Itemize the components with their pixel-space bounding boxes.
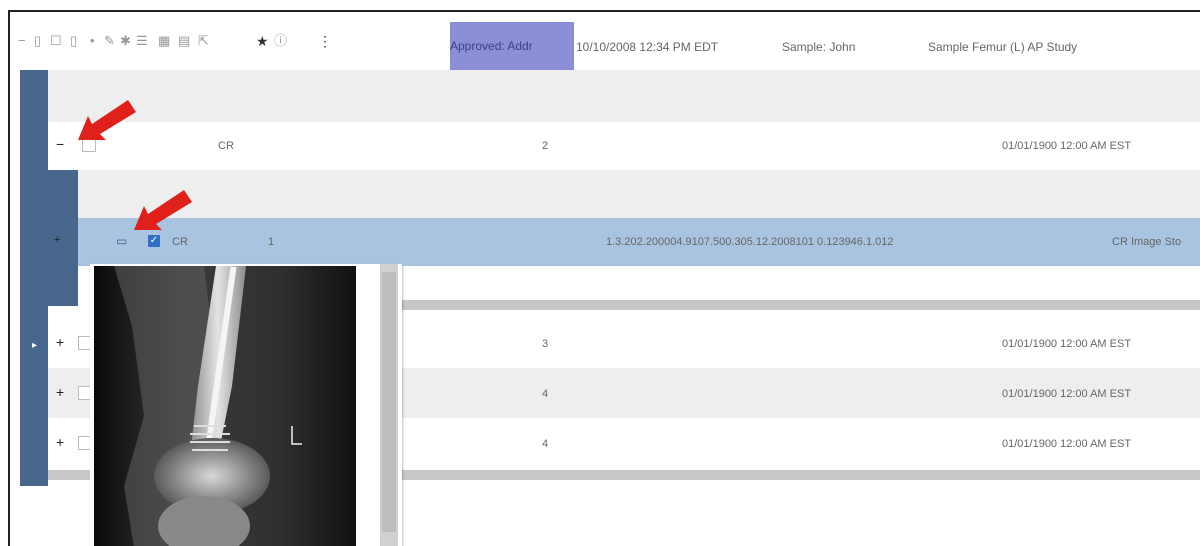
section-separator — [400, 300, 1200, 310]
red-arrow-annotation — [134, 190, 192, 230]
number-cell: 2 — [542, 140, 549, 152]
copy-icon[interactable]: ▯ — [34, 34, 41, 48]
number-cell: 4 — [542, 438, 549, 450]
tree-indent-band-inner — [48, 170, 78, 306]
number-cell: 4 — [542, 388, 549, 400]
pencil-icon[interactable]: ✎ — [104, 34, 115, 48]
preview-scroll-thumb[interactable] — [382, 272, 396, 532]
date-cell: 01/01/1900 12:00 AM EST — [1002, 388, 1132, 400]
checkbox-icon[interactable]: ☐ — [50, 34, 62, 48]
red-arrow-annotation — [78, 100, 136, 140]
export-icon[interactable]: ⇱ — [198, 34, 209, 48]
uid-cell: 1.3.202.200004.9107.500.305.12.2008101 0… — [606, 236, 894, 248]
toolbar: − ▯ ☐ ▯ • ✎ ✱ ☰ ▦ ▤ ⇱ ★ ⓘ ⋮ Approved: Ad… — [10, 12, 1200, 70]
band-marker: ▸ — [32, 340, 38, 351]
patient-name: Sample: John — [782, 40, 856, 54]
image-icon[interactable]: ▭ — [116, 234, 127, 248]
study-description: Sample Femur (L) AP Study — [928, 40, 1078, 54]
table-row-selected[interactable]: + ▭ ✓ CR 1 1.3.202.200004.9107.500.305.1… — [54, 218, 1200, 266]
preview-scrollbar[interactable] — [380, 264, 398, 546]
dot-icon[interactable]: • — [90, 34, 95, 48]
expand-toggle[interactable]: + — [54, 234, 60, 246]
page-icon[interactable]: ▤ — [178, 34, 190, 48]
xray-image — [94, 266, 356, 546]
study-datetime: 10/10/2008 12:34 PM EDT — [576, 40, 719, 54]
number-cell: 1 — [268, 236, 275, 248]
expand-toggle[interactable]: + — [56, 384, 64, 400]
tree-indent-band: ▸ — [20, 70, 48, 486]
grid-icon[interactable]: ▦ — [158, 34, 170, 48]
asterisk-icon[interactable]: ✱ — [120, 34, 131, 48]
list-icon[interactable]: ☰ — [136, 34, 148, 48]
table-row[interactable]: − CR 2 01/01/1900 12:00 AM EST — [48, 122, 1200, 170]
group-spacer-row — [48, 70, 1200, 122]
document-icon[interactable]: ▯ — [70, 34, 77, 48]
star-icon[interactable]: ★ — [256, 34, 269, 48]
date-cell: 01/01/1900 12:00 AM EST — [1002, 438, 1132, 450]
image-preview-popup — [90, 264, 402, 546]
date-cell: 01/01/1900 12:00 AM EST — [1002, 140, 1132, 152]
number-cell: 3 — [542, 338, 549, 350]
modality-cell: CR — [218, 140, 234, 152]
date-cell: 01/01/1900 12:00 AM EST — [1002, 338, 1132, 350]
collapse-toggle[interactable]: − — [56, 136, 64, 152]
sop-type-cell: CR Image Sto — [1112, 236, 1182, 248]
expand-toggle[interactable]: + — [56, 434, 64, 450]
expand-toggle[interactable]: + — [56, 334, 64, 350]
app-frame: − ▯ ☐ ▯ • ✎ ✱ ☰ ▦ ▤ ⇱ ★ ⓘ ⋮ Approved: Ad… — [8, 10, 1200, 546]
minus-icon[interactable]: − — [18, 34, 26, 48]
subgroup-spacer-row — [78, 170, 1200, 218]
info-icon[interactable]: ⓘ — [274, 34, 287, 48]
more-vertical-icon[interactable]: ⋮ — [318, 34, 332, 48]
approved-status-cell[interactable]: Approved: Addr — [450, 22, 574, 70]
